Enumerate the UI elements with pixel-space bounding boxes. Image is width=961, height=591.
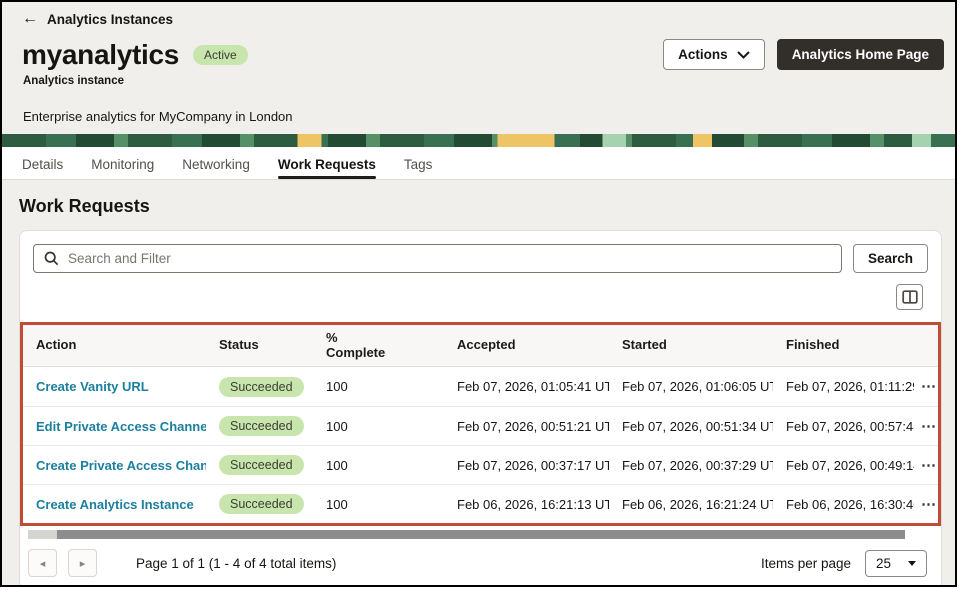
status-badge: Active: [193, 45, 248, 65]
work-request-link[interactable]: Edit Private Access Channel: [36, 419, 206, 434]
scrollbar-thumb[interactable]: [57, 530, 905, 539]
items-per-page-value: 25: [876, 556, 891, 571]
items-per-page-group: Items per page 25: [761, 550, 927, 577]
tab-work-requests[interactable]: Work Requests: [278, 147, 376, 179]
cell-percent-complete: 100: [313, 497, 444, 512]
previous-page-button[interactable]: ◂: [28, 549, 57, 577]
work-request-link[interactable]: Create Vanity URL: [36, 379, 149, 394]
back-arrow-icon[interactable]: ←: [22, 11, 38, 27]
table-row: Create Vanity URL Succeeded 100 Feb 07, …: [23, 367, 938, 406]
column-header-accepted[interactable]: Accepted: [444, 338, 609, 353]
pagination: ◂ ▸ Page 1 of 1 (1 - 4 of 4 total items)…: [20, 539, 941, 579]
tab-monitoring[interactable]: Monitoring: [91, 147, 154, 179]
cell-action: Create Private Access Channel: [23, 458, 206, 473]
actions-button-label: Actions: [678, 47, 728, 62]
table-header-row: Action Status % Complete Accepted Starte…: [23, 325, 938, 367]
tab-tags[interactable]: Tags: [404, 147, 433, 179]
table-row: Create Analytics Instance Succeeded 100 …: [23, 484, 938, 523]
section-heading: Work Requests: [19, 196, 942, 217]
next-page-button[interactable]: ▸: [68, 549, 97, 577]
page-title: myanalytics: [22, 39, 179, 71]
breadcrumb-link[interactable]: Analytics Instances: [47, 12, 173, 27]
cell-menu: ⋯: [914, 417, 944, 436]
cell-finished: Feb 06, 2026, 16:30:40 UTC: [773, 497, 914, 512]
items-per-page-label: Items per page: [761, 556, 851, 571]
items-per-page-select[interactable]: 25: [865, 550, 927, 577]
cell-started: Feb 07, 2026, 01:06:05 UTC: [609, 379, 773, 394]
cell-started: Feb 06, 2026, 16:21:24 UTC: [609, 497, 773, 512]
decorative-banner: [2, 134, 955, 147]
instance-description: Enterprise analytics for MyCompany in Lo…: [23, 109, 945, 124]
actions-button[interactable]: Actions: [663, 39, 765, 70]
cell-status: Succeeded: [206, 416, 313, 436]
work-requests-panel: Search Action Status % Complete Accepted…: [19, 230, 942, 587]
table-row: Edit Private Access Channel Succeeded 10…: [23, 406, 938, 445]
tab-details[interactable]: Details: [22, 147, 63, 179]
column-header-started[interactable]: Started: [609, 338, 773, 353]
status-pill: Succeeded: [219, 494, 304, 514]
status-pill: Succeeded: [219, 416, 304, 436]
app-window: ← Analytics Instances myanalytics Active…: [0, 0, 957, 587]
search-button[interactable]: Search: [853, 244, 928, 273]
resource-type-label: Analytics instance: [23, 75, 945, 87]
search-icon: [44, 251, 59, 266]
search-input[interactable]: [33, 244, 842, 273]
page-count-text: Page 1 of 1 (1 - 4 of 4 total items): [136, 556, 336, 571]
row-overflow-menu-button[interactable]: ⋯: [917, 456, 941, 475]
cell-percent-complete: 100: [313, 379, 444, 394]
dropdown-caret-icon: [908, 561, 916, 566]
cell-started: Feb 07, 2026, 00:37:29 UTC: [609, 458, 773, 473]
cell-accepted: Feb 07, 2026, 00:37:17 UTC: [444, 458, 609, 473]
column-header-percent-complete-label: % Complete: [326, 331, 388, 361]
status-pill: Succeeded: [219, 377, 304, 397]
horizontal-scrollbar: [28, 530, 905, 539]
row-overflow-menu-button[interactable]: ⋯: [917, 495, 941, 514]
work-request-link[interactable]: Create Private Access Channel: [36, 458, 206, 473]
tab-networking[interactable]: Networking: [182, 147, 250, 179]
work-requests-table: Action Status % Complete Accepted Starte…: [20, 322, 941, 526]
column-picker-button[interactable]: [896, 284, 923, 310]
cell-menu: ⋯: [914, 377, 944, 396]
table-row: Create Private Access Channel Succeeded …: [23, 445, 938, 484]
cell-accepted: Feb 06, 2026, 16:21:13 UTC: [444, 497, 609, 512]
title-group: myanalytics Active: [22, 39, 248, 71]
row-overflow-menu-button[interactable]: ⋯: [917, 377, 941, 396]
cell-action: Create Analytics Instance: [23, 497, 206, 512]
cell-status: Succeeded: [206, 455, 313, 475]
cell-accepted: Feb 07, 2026, 00:51:21 UTC: [444, 419, 609, 434]
search-row: Search: [20, 244, 941, 273]
cell-action: Edit Private Access Channel: [23, 419, 206, 434]
page-header: ← Analytics Instances myanalytics Active…: [2, 2, 955, 124]
cell-accepted: Feb 07, 2026, 01:05:41 UTC: [444, 379, 609, 394]
cell-status: Succeeded: [206, 377, 313, 397]
chevron-down-icon: [737, 51, 750, 59]
search-box: [33, 244, 842, 273]
column-header-action[interactable]: Action: [23, 338, 206, 353]
tab-bar: Details Monitoring Networking Work Reque…: [2, 147, 955, 180]
work-request-link[interactable]: Create Analytics Instance: [36, 497, 194, 512]
breadcrumb: ← Analytics Instances: [22, 8, 945, 30]
column-header-percent-complete[interactable]: % Complete: [313, 331, 444, 361]
analytics-home-page-button[interactable]: Analytics Home Page: [777, 39, 944, 70]
header-buttons: Actions Analytics Home Page: [663, 39, 945, 70]
cell-finished: Feb 07, 2026, 00:57:48 UTC: [773, 419, 914, 434]
cell-started: Feb 07, 2026, 00:51:34 UTC: [609, 419, 773, 434]
column-header-finished[interactable]: Finished: [773, 338, 914, 353]
row-overflow-menu-button[interactable]: ⋯: [917, 417, 941, 436]
cell-finished: Feb 07, 2026, 01:11:29 UTC: [773, 379, 914, 394]
status-pill: Succeeded: [219, 455, 304, 475]
cell-menu: ⋯: [914, 456, 944, 475]
cell-menu: ⋯: [914, 495, 944, 514]
cell-status: Succeeded: [206, 494, 313, 514]
column-picker-icon: [902, 290, 918, 304]
main-content: Work Requests Search Action Status % Com: [2, 196, 955, 587]
cell-percent-complete: 100: [313, 458, 444, 473]
cell-action: Create Vanity URL: [23, 379, 206, 394]
table-toolbar: [20, 273, 941, 310]
cell-finished: Feb 07, 2026, 00:49:14 UTC: [773, 458, 914, 473]
cell-percent-complete: 100: [313, 419, 444, 434]
title-row: myanalytics Active Actions Analytics Hom…: [22, 39, 945, 71]
column-header-status[interactable]: Status: [206, 338, 313, 353]
